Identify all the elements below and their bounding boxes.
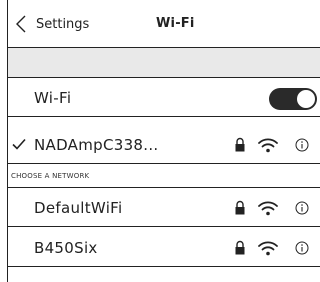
- wifi-icon: [254, 189, 282, 227]
- connected-network-row[interactable]: NADAmpC338...: [8, 126, 320, 164]
- network-name: DefaultWiFi: [34, 198, 123, 217]
- network-status-icons: [230, 126, 320, 164]
- section-header: CHOOSE A NETWORK: [8, 164, 320, 188]
- info-icon[interactable]: [292, 189, 312, 227]
- lock-icon: [232, 229, 248, 267]
- back-label: Settings: [36, 16, 90, 32]
- group-separator: [8, 48, 320, 78]
- wifi-toggle-label: Wi-Fi: [34, 88, 72, 107]
- section-header-label: CHOOSE A NETWORK: [11, 172, 90, 180]
- lock-icon: [232, 126, 248, 164]
- network-row[interactable]: DefaultWiFi: [8, 189, 320, 227]
- wifi-icon: [254, 229, 282, 267]
- network-status-icons: [230, 189, 320, 227]
- toggle-knob: [296, 89, 316, 109]
- wifi-toggle-switch[interactable]: [269, 88, 317, 110]
- network-name: B450Six: [34, 238, 98, 257]
- info-icon[interactable]: [292, 126, 312, 164]
- info-icon[interactable]: [292, 229, 312, 267]
- network-name: NADAmpC338...: [34, 135, 159, 154]
- navigation-bar: Settings Wi-Fi: [8, 0, 320, 48]
- chevron-left-icon: [8, 0, 34, 48]
- wifi-toggle-row: Wi-Fi: [8, 79, 320, 117]
- lock-icon: [232, 189, 248, 227]
- back-button[interactable]: Settings: [8, 0, 118, 48]
- checkmark-icon: [11, 136, 27, 152]
- page-title: Wi-Fi: [156, 16, 195, 31]
- wifi-icon: [254, 126, 282, 164]
- wifi-settings-screen: Settings Wi-Fi Wi-Fi NADAmpC338... CHOOS…: [7, 0, 320, 282]
- network-row[interactable]: B450Six: [8, 229, 320, 267]
- network-status-icons: [230, 229, 320, 267]
- list-continuation: [8, 267, 320, 282]
